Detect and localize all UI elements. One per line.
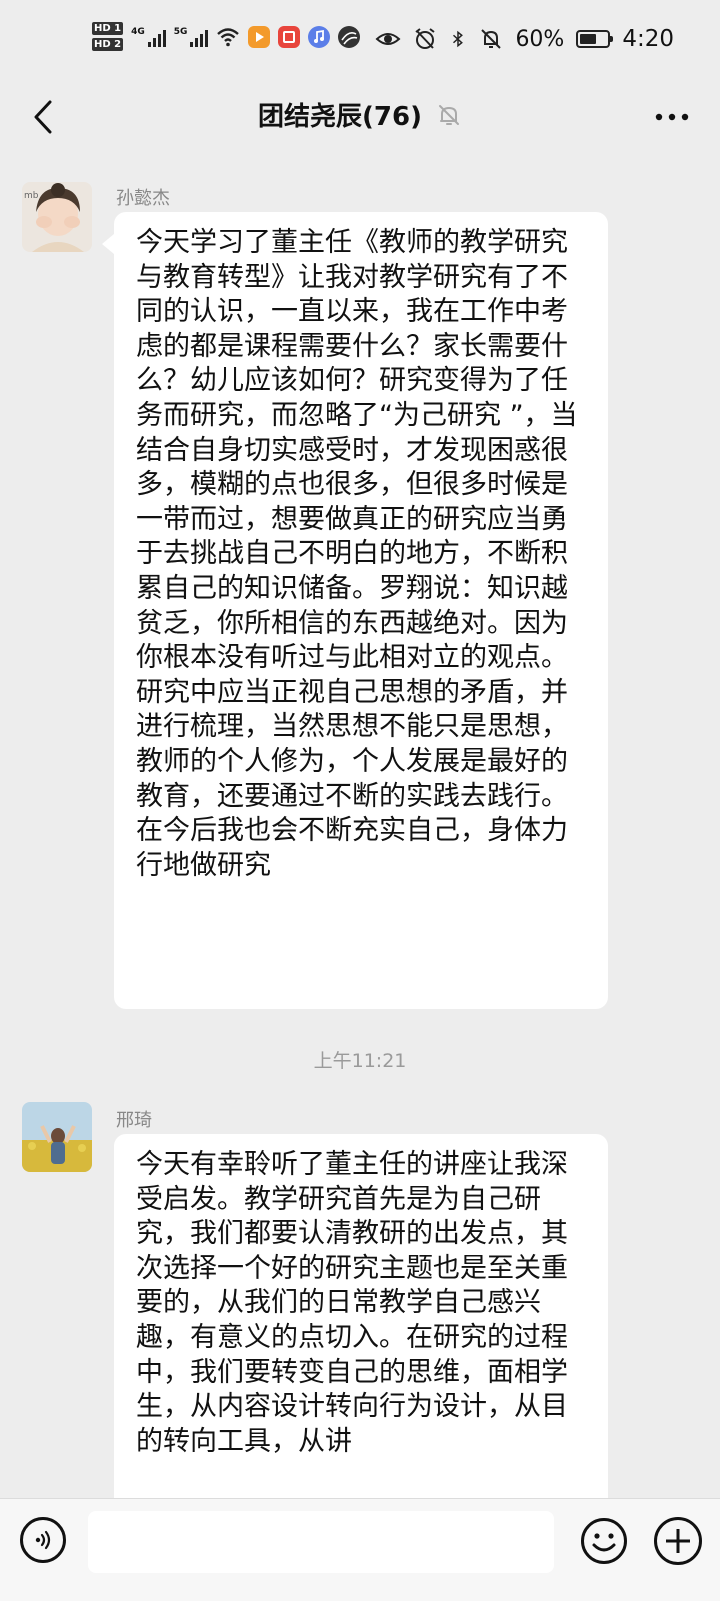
- status-bar: HD 1 HD 2 4G 5G 60% 4:20: [0, 0, 720, 80]
- chat-header: 团结尧辰(76): [0, 80, 720, 156]
- avatar-image: [22, 1102, 92, 1172]
- video-app-icon: [248, 25, 271, 48]
- message-timestamp: 上午11:21: [313, 1050, 407, 1072]
- avatar[interactable]: [22, 1102, 92, 1172]
- sender-name: 邢琦: [116, 1110, 152, 1131]
- svg-text:mb: mb: [24, 191, 39, 201]
- alarm-off-icon: [415, 28, 436, 49]
- battery-percent: 60%: [515, 26, 565, 52]
- sender-name: 孙懿杰: [116, 188, 170, 209]
- voice-icon: [35, 1530, 51, 1550]
- message-bubble[interactable]: 今天学习了董主任《教师的教学研究与教育转型》让我对教学研究有了不同的认识，一直以…: [102, 212, 608, 1009]
- book-app-icon: [278, 25, 301, 48]
- chat-title: 团结尧辰(76): [258, 102, 422, 132]
- hd-badge-1: HD 1: [92, 22, 124, 35]
- status-bar-left: HD 1 HD 2 4G 5G: [92, 22, 361, 51]
- battery-icon: [576, 30, 614, 48]
- music-app-icon: [308, 25, 331, 48]
- avatar-image: mb: [22, 182, 92, 252]
- bell-off-icon: [438, 104, 459, 125]
- signal-icon-2: 5G: [174, 27, 209, 47]
- avatar[interactable]: mb: [22, 182, 92, 252]
- hd-badges: HD 1 HD 2: [92, 22, 124, 51]
- title-wrap: 团结尧辰(76): [0, 96, 720, 133]
- voice-button[interactable]: [20, 1517, 66, 1563]
- wifi-icon: [217, 27, 240, 46]
- message-bubble[interactable]: 今天有幸聆听了董主任的讲座让我深受启发。教学研究首先是为自己研究，我们都要认清教…: [114, 1134, 608, 1498]
- message-input[interactable]: [88, 1511, 554, 1573]
- sports-app-icon: [338, 25, 361, 48]
- signal-icon: 4G: [131, 27, 166, 47]
- emoji-icon[interactable]: [580, 1517, 628, 1565]
- input-bar: [0, 1498, 720, 1601]
- status-bar-right: 60% 4:20: [375, 26, 674, 52]
- hd-badge-2: HD 2: [92, 38, 124, 51]
- eye-icon: [375, 33, 401, 45]
- bluetooth-icon: [453, 30, 464, 48]
- notification-off-icon: [481, 29, 502, 49]
- more-dots-icon: [655, 113, 689, 121]
- plus-icon[interactable]: [654, 1517, 702, 1565]
- status-time: 4:20: [622, 26, 674, 52]
- more-button[interactable]: [646, 92, 698, 142]
